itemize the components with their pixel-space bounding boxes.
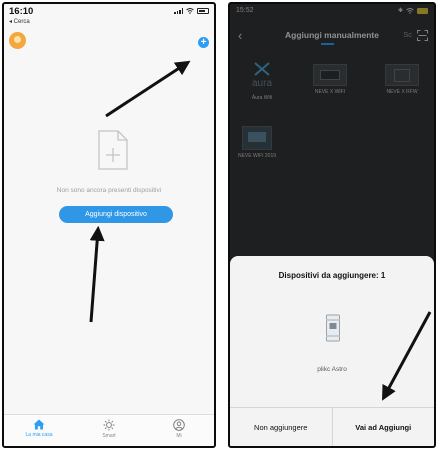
tab-bar: La mia casa Smart Mi	[4, 414, 214, 446]
tab-home-label: La mia casa	[25, 432, 53, 438]
tab-smart-label: Smart	[102, 433, 116, 439]
tab-me[interactable]: Mi	[144, 415, 214, 446]
sheet-title: Dispositivi da aggiungere: 1	[278, 271, 386, 280]
tab-smart[interactable]: Smart	[74, 415, 144, 446]
sun-icon	[103, 419, 115, 431]
tab-me-label: Mi	[176, 433, 182, 439]
go-add-button[interactable]: Vai ad Aggiungi	[331, 408, 435, 446]
status-bar: 16:10 ◂ Cerca	[4, 4, 214, 30]
dont-add-button[interactable]: Non aggiungere	[230, 408, 332, 446]
home-icon	[33, 419, 45, 430]
signal-icon	[174, 8, 183, 14]
add-plus-icon[interactable]: +	[198, 37, 209, 48]
add-device-button[interactable]: Aggiungi dispositivo	[59, 206, 173, 223]
profile-icon	[173, 419, 185, 431]
empty-document-icon	[98, 130, 128, 170]
add-devices-sheet: Dispositivi da aggiungere: 1 plikc Astro…	[230, 256, 434, 446]
home-avatar-icon[interactable]	[9, 32, 26, 49]
left-phone-screen: 16:10 ◂ Cerca + Non sono ancora presenti…	[2, 2, 216, 448]
tab-home[interactable]: La mia casa	[4, 415, 74, 446]
wifi-icon	[186, 8, 194, 14]
battery-icon	[197, 8, 209, 14]
device-name: plikc Astro	[317, 366, 347, 373]
system-icons	[174, 8, 209, 14]
din-rail-device-icon	[326, 314, 340, 342]
sheet-actions: Non aggiungere Vai ad Aggiungi	[230, 407, 434, 446]
back-to-search-link[interactable]: ◂ Cerca	[9, 18, 30, 25]
right-phone-screen: 15:52 ✱ ‹ Aggiungi manualmente Sc aura Ä…	[228, 2, 436, 448]
status-time: 16:10	[9, 6, 34, 17]
empty-state-text: Non sono ancora presenti dispositivi	[56, 187, 162, 194]
